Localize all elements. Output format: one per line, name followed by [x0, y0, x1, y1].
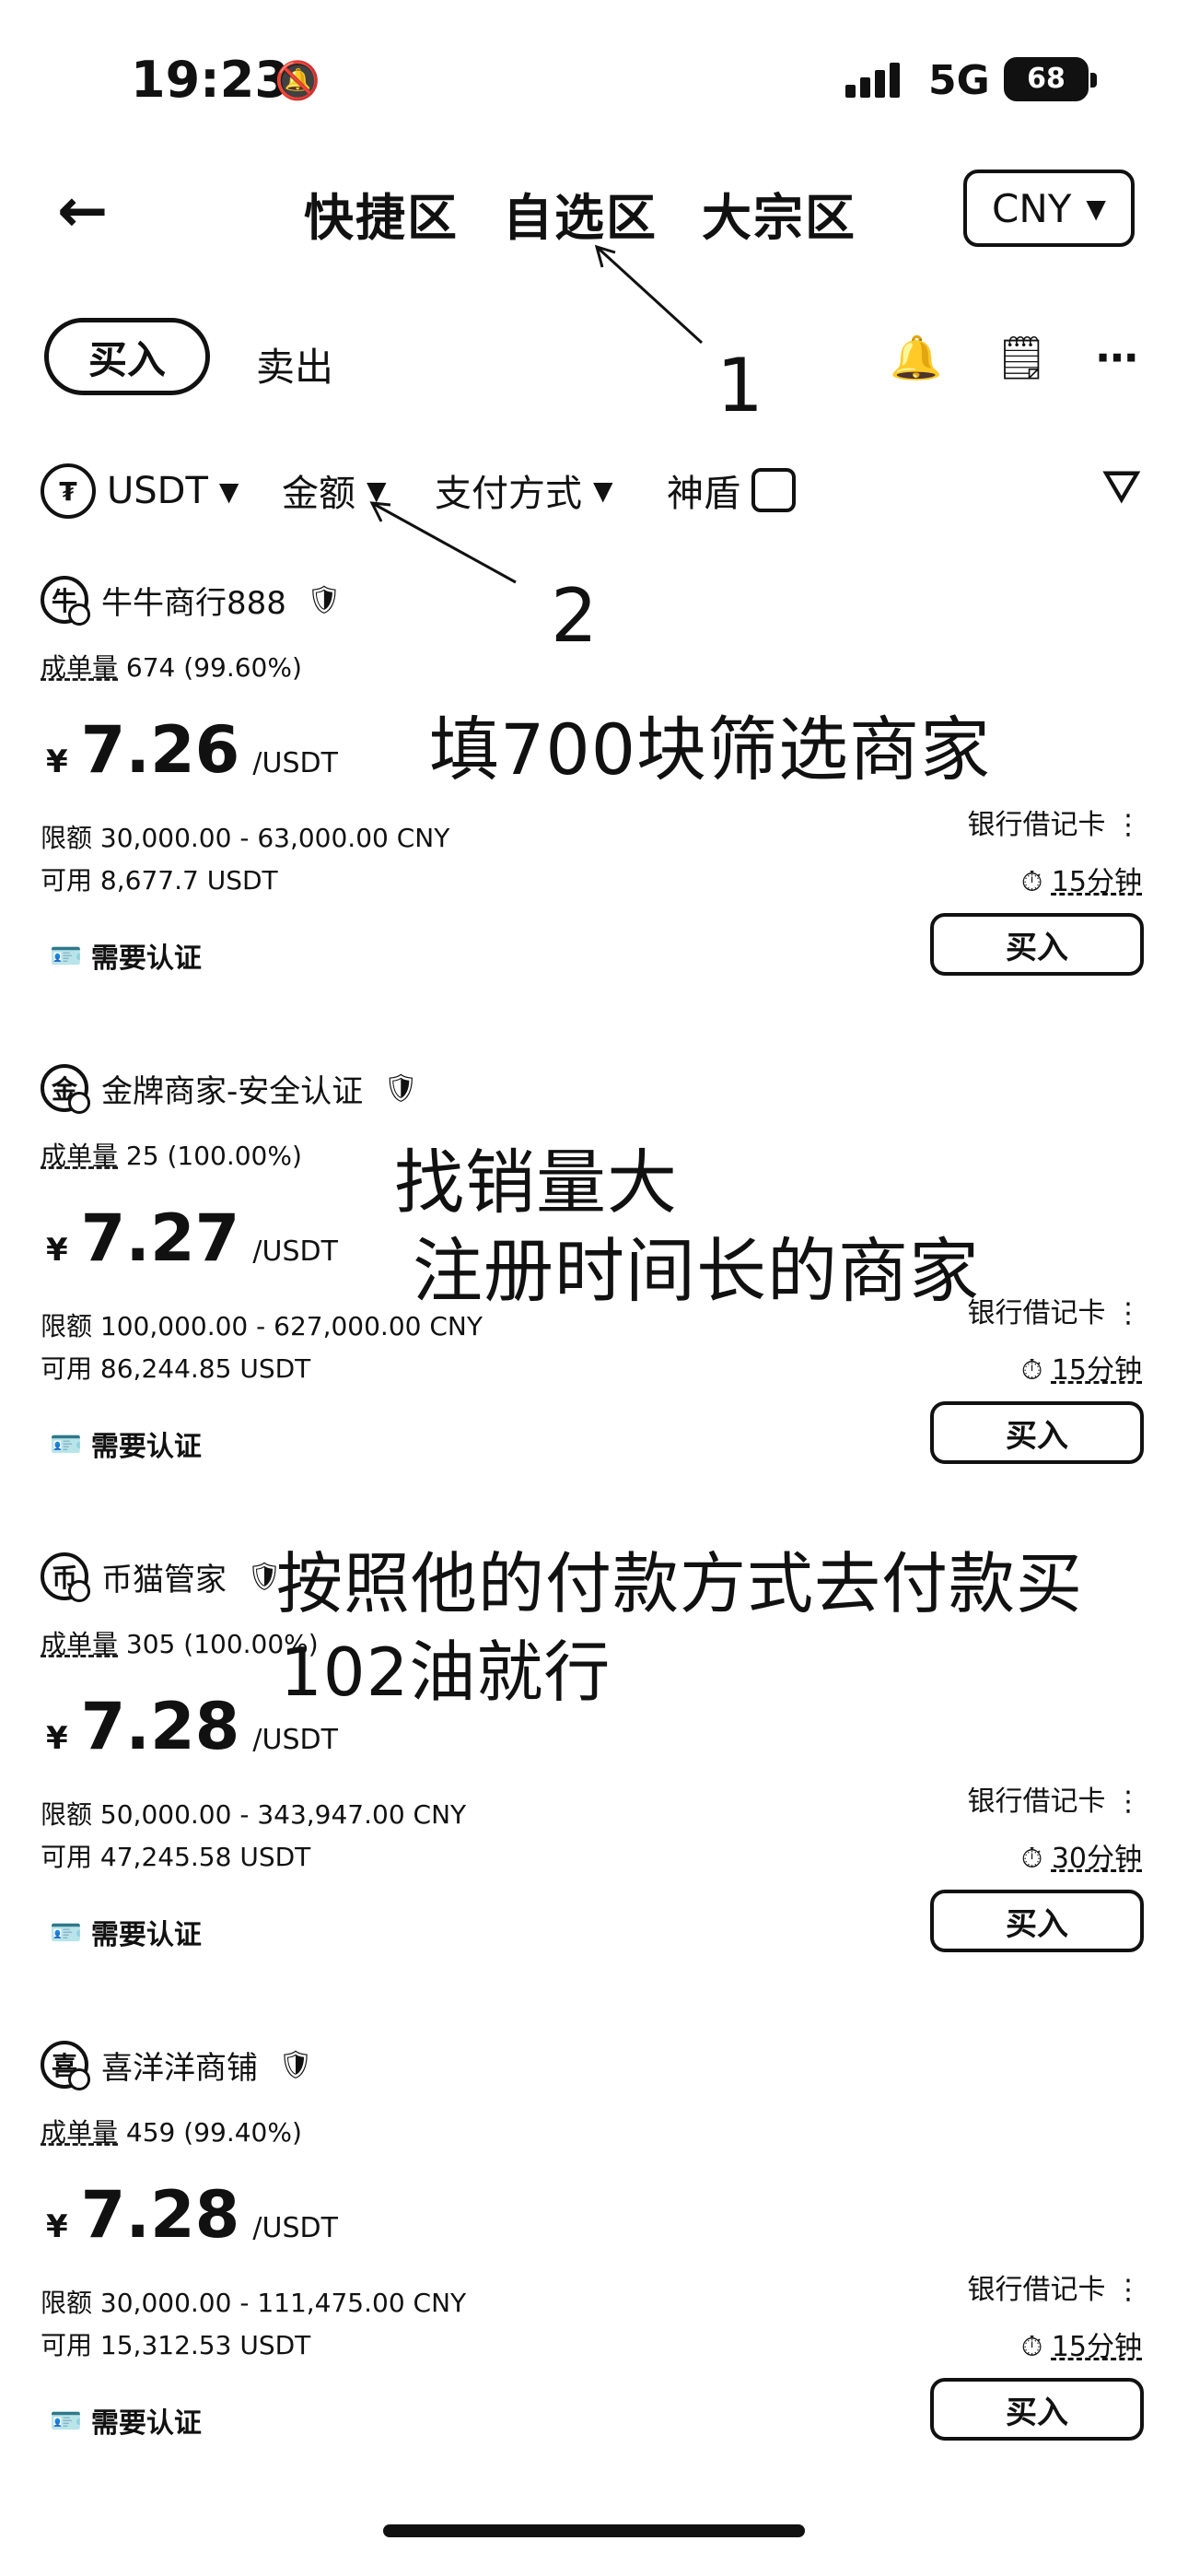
annotation-note-2a: 找销量大	[394, 1142, 678, 1224]
home-indicator[interactable]	[383, 2524, 805, 2537]
annotation-1: 1	[716, 343, 764, 428]
annotation-note-3a: 按照他的付款方式去付款买	[276, 1545, 1084, 1622]
annotation-note-3b: 102油就行	[280, 1633, 611, 1711]
arrow-2	[371, 501, 517, 584]
annotation-2: 2	[551, 573, 599, 659]
annotation-note-1: 填700块筛选商家	[429, 708, 992, 790]
arrow-1	[595, 245, 704, 345]
annotation-note-2b: 注册时间长的商家	[413, 1230, 980, 1312]
